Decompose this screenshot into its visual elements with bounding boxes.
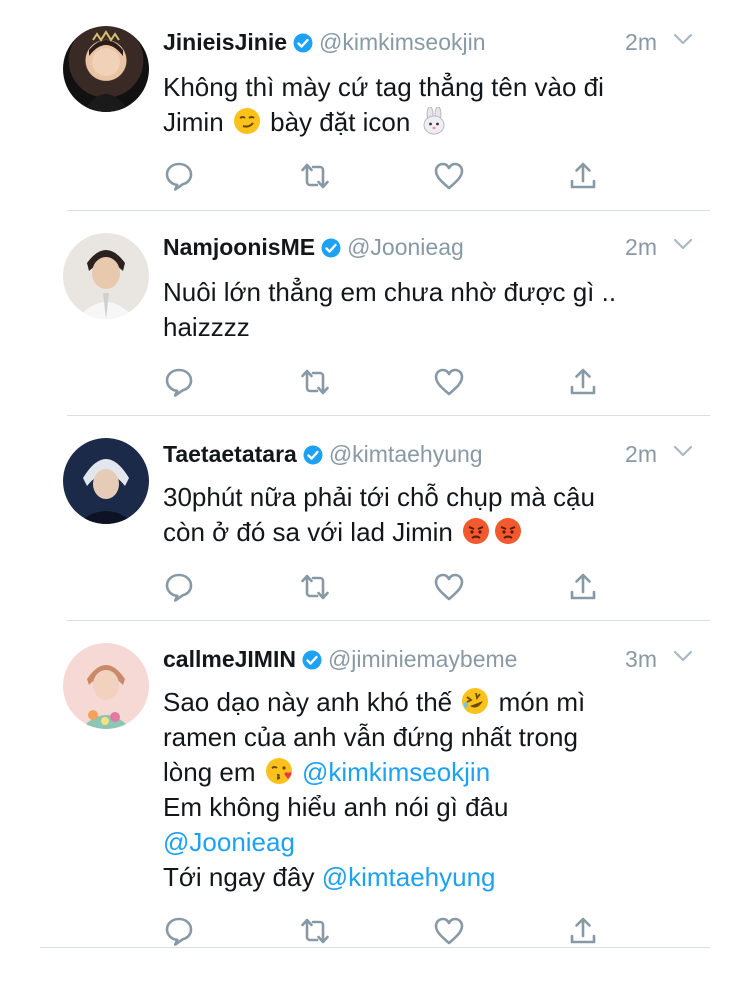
tweet-1[interactable]: JinieisJinie @kimkimseokjin 2m Không thì …: [0, 0, 750, 210]
timestamp: 3m: [625, 646, 657, 672]
tweet-actions: [163, 366, 613, 398]
like-icon[interactable]: [433, 366, 465, 398]
tweet-actions: [163, 915, 613, 947]
tweet-line: ramen của anh vẫn đứng nhất trong: [163, 722, 578, 752]
tweet-line: món mì: [498, 687, 586, 717]
tweet-3[interactable]: Taetaetatara @kimtaehyung 2m 30phút nữa p…: [0, 416, 750, 621]
chevron-down-icon[interactable]: [673, 649, 693, 663]
timestamp: 2m: [625, 441, 657, 467]
tweet-line: Tới ngay đây: [163, 862, 315, 892]
tweet-2[interactable]: NamjoonisME @Joonieag 2m Nuôi lớn thẳng e…: [0, 211, 750, 416]
display-name[interactable]: Taetaetatara: [163, 441, 297, 467]
pouting-face-emoji-icon: [463, 518, 490, 544]
avatar-image: [81, 665, 131, 729]
pouting-face-emoji-icon: [495, 518, 522, 544]
chevron-down-icon[interactable]: [673, 444, 693, 458]
like-icon[interactable]: [433, 571, 465, 603]
tweet-line: Không thì mày cứ tag thẳng tên vào đi: [163, 72, 604, 102]
like-icon[interactable]: [433, 915, 465, 947]
avatar-image: [83, 30, 129, 112]
tweet-line: Nuôi lớn thẳng em chưa nhờ được gì ..: [163, 277, 617, 307]
tweet-line: haizzzz: [163, 312, 250, 342]
chevron-down-icon[interactable]: [673, 237, 693, 251]
avatar[interactable]: [63, 26, 149, 112]
tweet-line: Jimin: [163, 107, 224, 137]
tweet-4[interactable]: callmeJIMIN @jiminiemaybeme 3m Sao dạo nà…: [0, 621, 750, 951]
reply-icon[interactable]: [163, 160, 195, 192]
share-icon[interactable]: [567, 160, 599, 192]
avatar[interactable]: [63, 643, 149, 729]
tweet-text: Sao dạo này anh khó thế món mì ramen của…: [163, 685, 683, 895]
retweet-icon[interactable]: [299, 366, 331, 398]
user-handle[interactable]: @Joonieag: [347, 234, 464, 260]
verified-badge-icon: [293, 33, 313, 53]
retweet-icon[interactable]: [299, 915, 331, 947]
reply-icon[interactable]: [163, 571, 195, 603]
tweet-text: Nuôi lớn thẳng em chưa nhờ được gì .. ha…: [163, 275, 683, 345]
share-icon[interactable]: [567, 915, 599, 947]
tweet-line: Em không hiểu anh nói gì đâu: [163, 792, 509, 822]
like-icon[interactable]: [433, 160, 465, 192]
tweet-text: Không thì mày cứ tag thẳng tên vào đi Ji…: [163, 70, 683, 140]
avatar-image: [77, 250, 135, 319]
tweet-line: bày đặt icon: [270, 107, 411, 137]
rabbit-face-emoji-icon: [423, 107, 445, 135]
tweet-line: Sao dạo này anh khó thế: [163, 687, 453, 717]
share-icon[interactable]: [567, 366, 599, 398]
timestamp: 2m: [625, 234, 657, 260]
tweet-actions: [163, 160, 613, 192]
user-handle[interactable]: @kimkimseokjin: [319, 29, 485, 55]
tweet-line: lòng em: [163, 757, 256, 787]
face-blowing-kiss-emoji-icon: [265, 758, 292, 784]
user-handle[interactable]: @kimtaehyung: [329, 441, 483, 467]
display-name[interactable]: NamjoonisME: [163, 234, 315, 260]
tweet-actions: [163, 571, 613, 603]
reply-icon[interactable]: [163, 366, 195, 398]
avatar-image: [77, 459, 135, 524]
retweet-icon[interactable]: [299, 160, 331, 192]
chevron-down-icon[interactable]: [673, 32, 693, 46]
mention-link[interactable]: @kimkimseokjin: [302, 757, 490, 787]
divider: [40, 947, 710, 948]
display-name[interactable]: callmeJIMIN: [163, 646, 296, 672]
tweet-line: 30phút nữa phải tới chỗ chụp mà cậu: [163, 482, 595, 512]
display-name[interactable]: JinieisJinie: [163, 29, 287, 55]
timestamp: 2m: [625, 29, 657, 55]
verified-badge-icon: [303, 445, 323, 465]
tweet-text: 30phút nữa phải tới chỗ chụp mà cậu còn …: [163, 480, 683, 550]
mention-link[interactable]: @kimtaehyung: [322, 862, 496, 892]
smirking-face-emoji-icon: [233, 108, 260, 134]
verified-badge-icon: [321, 238, 341, 258]
mention-link[interactable]: @Joonieag: [163, 825, 683, 860]
share-icon[interactable]: [567, 571, 599, 603]
tweet-line: còn ở đó sa với lad Jimin: [163, 517, 453, 547]
verified-badge-icon: [302, 650, 322, 670]
reply-icon[interactable]: [163, 915, 195, 947]
user-handle[interactable]: @jiminiemaybeme: [328, 646, 518, 672]
retweet-icon[interactable]: [299, 571, 331, 603]
rolling-on-floor-laughing-emoji-icon: [462, 688, 489, 714]
avatar[interactable]: [63, 233, 149, 319]
avatar[interactable]: [63, 438, 149, 524]
